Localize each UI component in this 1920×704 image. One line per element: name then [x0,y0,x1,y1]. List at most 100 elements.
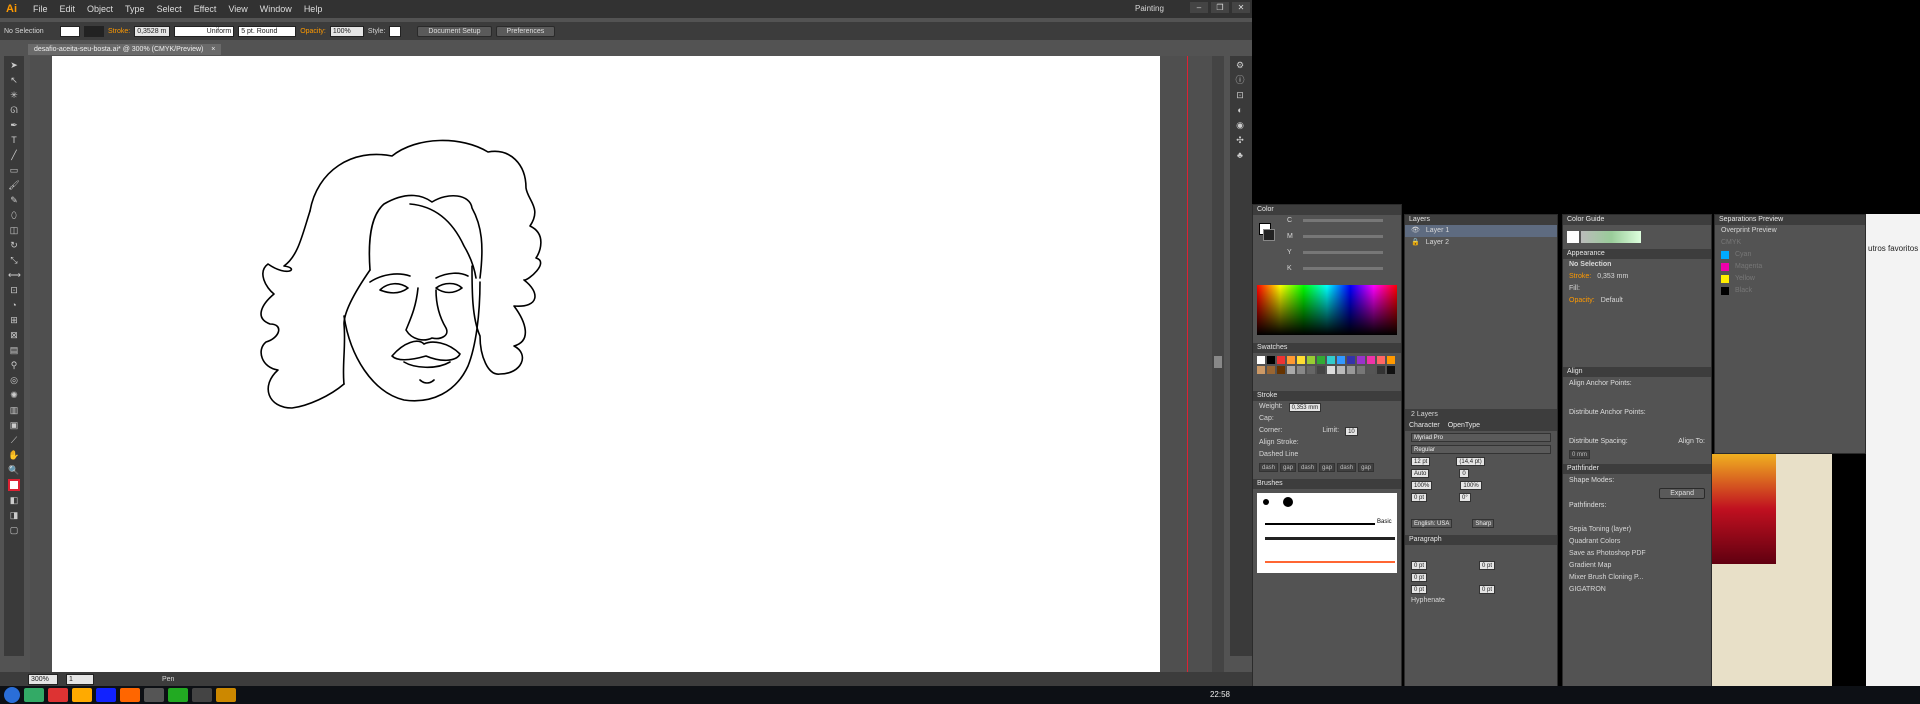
close-icon[interactable]: ✕ [1232,2,1250,13]
action-item[interactable]: GIGATRON [1569,584,1606,596]
spacing-input[interactable]: 0 mm [1569,449,1590,459]
close-tab-icon[interactable]: × [211,46,215,53]
links-icon[interactable]: ♣ [1234,149,1246,161]
graph-tool-icon[interactable]: ▥ [8,404,20,416]
photoshop-icon[interactable] [96,688,116,702]
space-after-input[interactable]: 0 pt [1479,584,1496,594]
horizontal-scale-input[interactable]: 100% [1460,480,1482,490]
style-swatch[interactable] [389,25,402,37]
zoom-level[interactable]: 300% [28,673,58,685]
swatch[interactable] [1267,356,1275,364]
artboard-tool-icon[interactable]: ▣ [8,419,20,431]
swatch[interactable] [1287,356,1295,364]
space-before-input[interactable]: 0 pt [1411,584,1428,594]
scroll-thumb[interactable] [1214,356,1222,368]
overprint-preview-checkbox[interactable]: Overprint Preview [1721,225,1777,237]
baseline-shift-input[interactable]: 0 pt [1411,492,1428,502]
character-tab[interactable]: Character [1409,421,1440,431]
font-family-select[interactable]: Myriad Pro [1411,432,1551,442]
stroke-label[interactable]: Stroke: [108,28,130,35]
hyphenate-checkbox[interactable]: Hyphenate [1411,595,1445,607]
ink-item[interactable]: Magenta [1735,261,1762,273]
swatch[interactable] [1317,356,1325,364]
app-icon[interactable] [72,688,92,702]
swatch[interactable] [1297,366,1305,374]
screen-mode-icon[interactable]: ▢ [8,524,20,536]
type-tool-icon[interactable]: T [8,134,20,146]
language-select[interactable]: English: USA [1411,518,1453,528]
leading-input[interactable]: (14,4 pt) [1456,456,1485,466]
color-guide-strip[interactable] [1563,225,1711,249]
swatch[interactable] [1337,366,1345,374]
menu-file[interactable]: File [27,4,54,14]
appearance-opacity-label[interactable]: Opacity: [1569,295,1595,307]
gap-field[interactable]: gap [1319,462,1336,472]
blend-tool-icon[interactable]: ◎ [8,374,20,386]
action-item[interactable]: Sepia Toning (layer) [1569,524,1631,536]
ink-item[interactable]: CMYK [1721,237,1741,249]
transparency-icon[interactable]: ◐ [1234,104,1246,116]
zoom-tool-icon[interactable]: 🔍 [8,464,20,476]
swatch[interactable] [1257,366,1265,374]
vertical-scrollbar[interactable] [1212,56,1224,672]
gap-field[interactable]: gap [1280,462,1297,472]
limit-input[interactable]: 10 [1345,426,1358,436]
swatch[interactable] [1347,366,1355,374]
menu-type[interactable]: Type [119,4,151,14]
stroke-swatch[interactable] [84,25,104,37]
fill-swatch[interactable] [60,25,80,37]
info-icon[interactable]: ⓘ [1234,74,1246,86]
k-slider[interactable] [1303,267,1383,270]
lock-icon[interactable]: 🔒 [1411,237,1420,249]
layer-name[interactable]: Layer 2 [1426,237,1449,249]
chrome-icon[interactable] [48,688,68,702]
rectangle-tool-icon[interactable]: ▭ [8,164,20,176]
menu-view[interactable]: View [222,4,253,14]
swatch[interactable] [1267,366,1275,374]
brush-stroke[interactable] [1265,561,1395,563]
shape-builder-tool-icon[interactable]: ◔ [8,299,20,311]
slice-tool-icon[interactable]: ⟋ [8,434,20,446]
minimize-icon[interactable]: – [1190,2,1208,13]
swatch[interactable] [1317,366,1325,374]
swatch[interactable] [1257,356,1265,364]
menu-edit[interactable]: Edit [54,4,82,14]
menu-effect[interactable]: Effect [188,4,223,14]
brush-dot[interactable] [1283,497,1293,507]
gradient-tool-icon[interactable]: ▤ [8,344,20,356]
page-number[interactable]: 1 [66,673,94,685]
swatch[interactable] [1277,356,1285,364]
preferences-button[interactable]: Preferences [495,25,556,37]
swatch[interactable] [1287,366,1295,374]
gap-field[interactable]: gap [1358,462,1375,472]
dash-field[interactable]: dash [1259,462,1279,472]
menu-object[interactable]: Object [81,4,119,14]
hand-tool-icon[interactable]: ✋ [8,449,20,461]
document-setup-button[interactable]: Document Setup [417,25,492,37]
eye-icon[interactable]: 👁 [1411,225,1420,237]
document-tab[interactable]: desafio-aceita-seu-bosta.ai* @ 300% (CMY… [28,44,222,55]
brushes-library[interactable]: Basic [1257,493,1397,573]
color-mode-icon[interactable]: ◧ [8,494,20,506]
opacity-label[interactable]: Opacity: [300,28,326,35]
gear-icon[interactable]: ⚙ [1234,59,1246,71]
weight-input[interactable]: 0,353 mm [1288,402,1322,412]
favorites-label[interactable]: utros favoritos [1868,244,1918,253]
appearance-fill-label[interactable]: Fill: [1569,283,1580,295]
start-button-icon[interactable] [4,687,20,703]
rotate-tool-icon[interactable]: ↻ [8,239,20,251]
opentype-tab[interactable]: OpenType [1448,421,1480,431]
swatch[interactable] [1357,356,1365,364]
perspective-grid-tool-icon[interactable]: ⊞ [8,314,20,326]
swatches-grid[interactable] [1253,353,1401,377]
magic-wand-tool-icon[interactable]: ✳ [8,89,20,101]
line-tool-icon[interactable]: ╱ [8,149,20,161]
width-tool-icon[interactable]: ⟷ [8,269,21,281]
swatch[interactable] [1367,366,1375,374]
fill-stroke-icon[interactable] [8,479,20,491]
brush-select[interactable]: 5 pt. Round [238,25,297,37]
antialias-select[interactable]: Sharp [1472,518,1495,528]
direct-selection-tool-icon[interactable]: ↖ [8,74,20,86]
dashed-line-checkbox[interactable]: Dashed Line [1259,449,1298,461]
app-icon[interactable] [192,688,212,702]
